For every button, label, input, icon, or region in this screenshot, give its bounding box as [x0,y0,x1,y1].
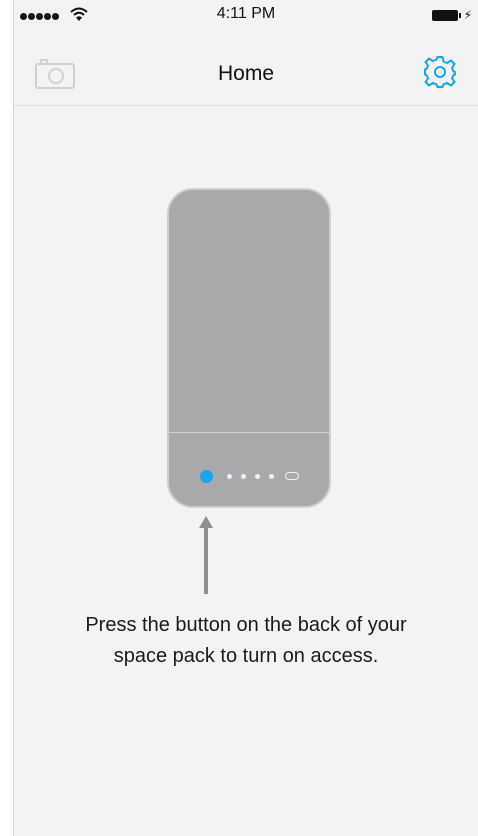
status-bar: 4:11 PM ⚡ [14,0,478,36]
led-dot [226,473,232,479]
gear-icon[interactable] [422,54,458,90]
space-pack-illustration [167,188,331,508]
led-indicator-row [169,468,329,484]
led-dot [240,473,246,479]
access-button-indicator [199,469,213,483]
app-screen: 4:11 PM ⚡ Home Press the button on the b… [13,0,478,836]
led-dot [268,473,274,479]
power-icon [284,472,299,480]
instruction-text: Press the button on the back of your spa… [85,614,407,667]
battery-charging-icon: ⚡ [431,8,472,22]
led-dot [254,473,260,479]
arrow-up-icon [199,516,213,594]
status-time: 4:11 PM [216,5,276,22]
device-divider [169,432,329,433]
navigation-bar: Home [14,36,478,106]
page-title: Home [217,62,275,85]
